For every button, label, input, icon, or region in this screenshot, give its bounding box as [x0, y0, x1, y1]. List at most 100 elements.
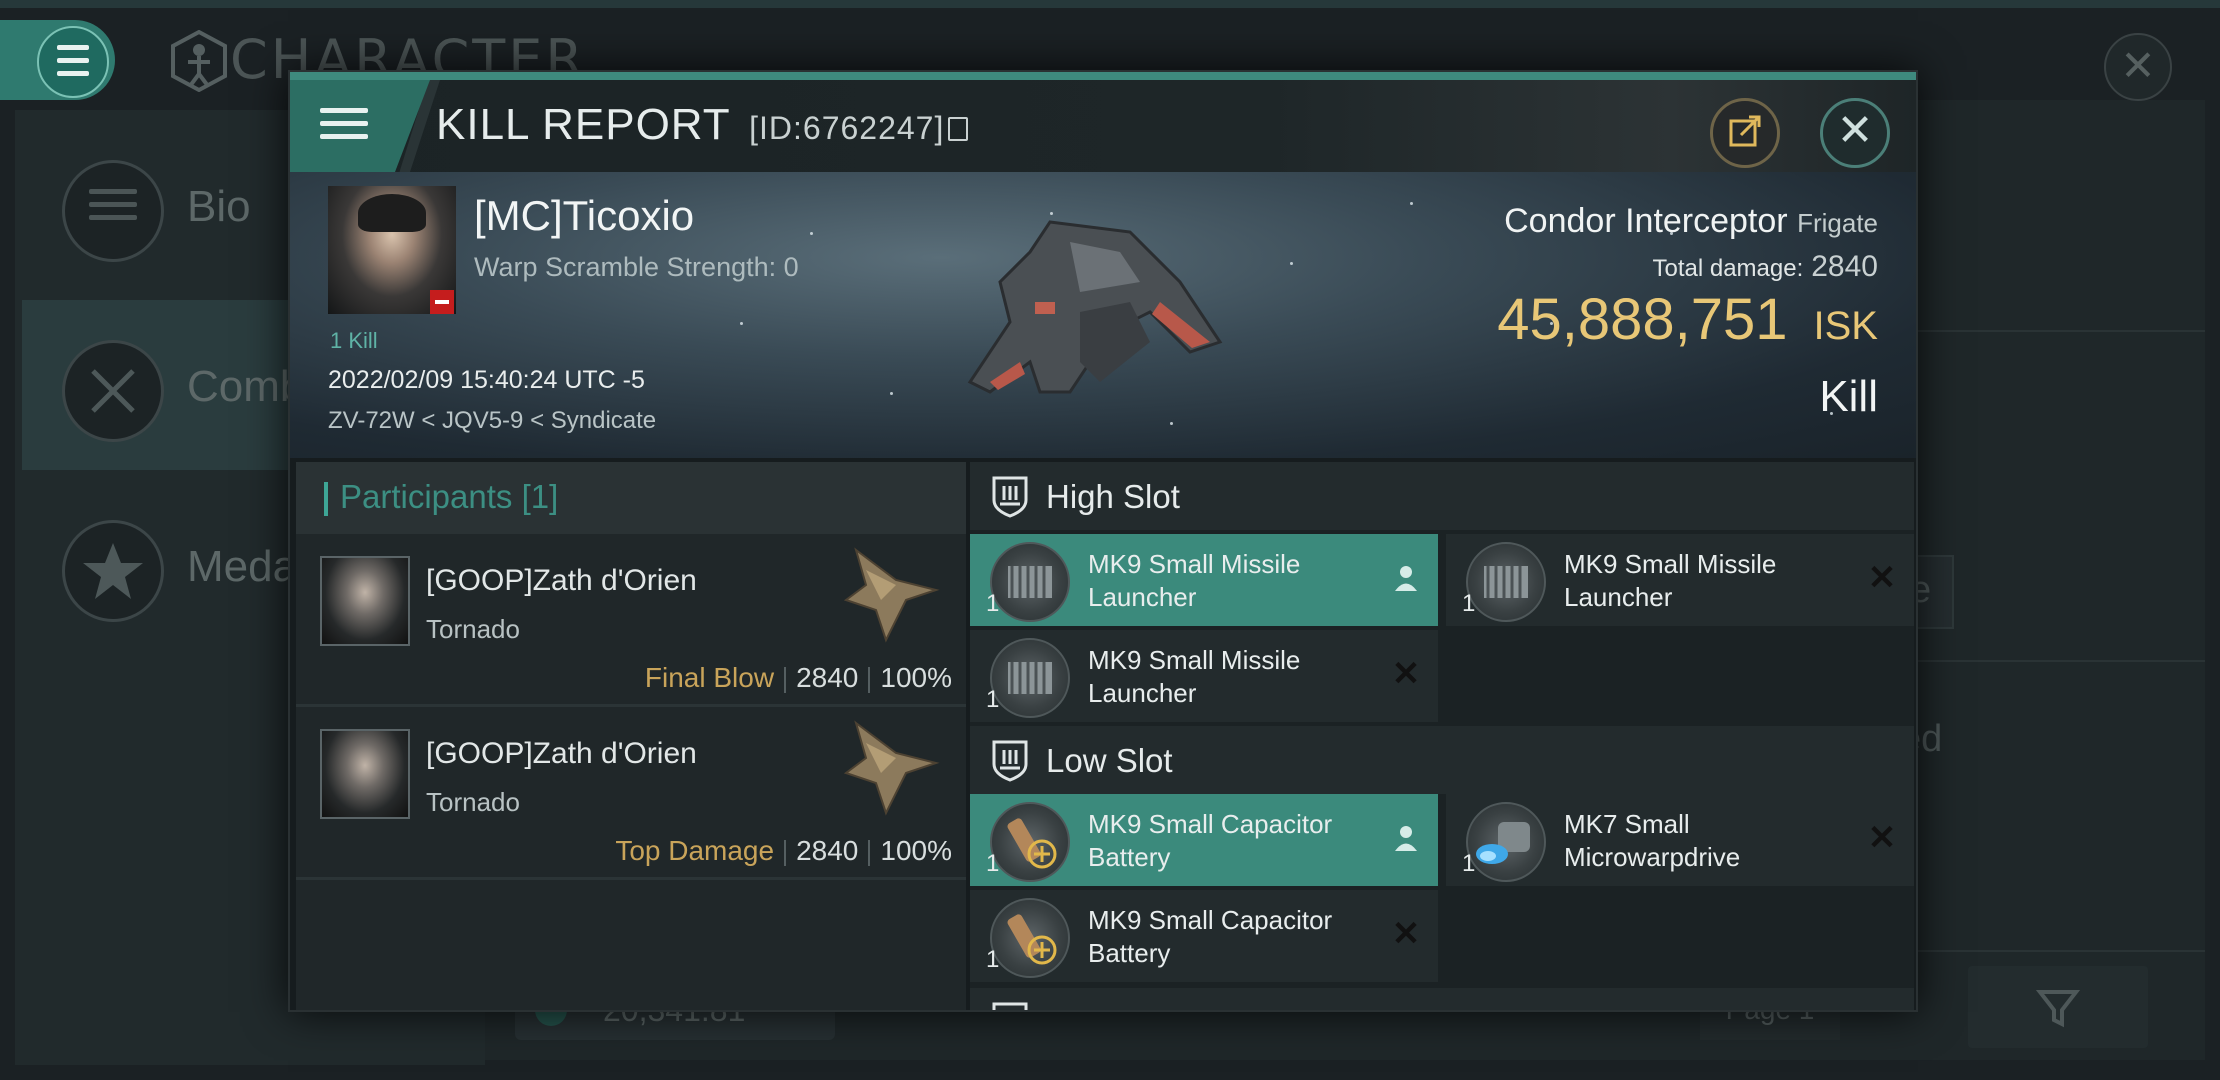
fitting-panel: High Slot 1 MK9 Small Missile Launcher 1… [970, 462, 1914, 1010]
dropped-person-icon [1395, 566, 1417, 591]
capacitor-battery-icon [990, 802, 1070, 882]
module-quantity: 1 [986, 946, 1000, 973]
module-name: MK9 Small Missile Launcher [1088, 645, 1301, 708]
participant-percent: 100% [880, 662, 952, 693]
menu-icon [320, 108, 368, 147]
bg-tab-label: Bio [187, 182, 251, 231]
total-damage-value: 2840 [1811, 250, 1878, 283]
participant-stats: Final Blow 2840 100% [645, 662, 952, 694]
isk-unit: ISK [1813, 304, 1878, 348]
module-name: MK9 Small Capacitor Battery [1088, 905, 1333, 968]
missile-launcher-icon [1466, 542, 1546, 622]
module-item[interactable]: 1 MK9 Small Capacitor Battery ✕ [970, 890, 1438, 982]
modal-header: KILL REPORT [ID:6762247] ✕ [290, 72, 1916, 180]
kill-location[interactable]: ZV-72W < JQV5-9 < Syndicate [328, 407, 656, 435]
victim-ship-image [967, 220, 1223, 394]
close-button[interactable]: ✕ [1820, 98, 1890, 168]
low-slot-icon [992, 740, 1028, 782]
ship-class: Frigate [1797, 208, 1878, 238]
module-name: MK9 Small Capacitor Battery [1088, 809, 1333, 872]
participant-ship-icon [843, 547, 940, 643]
crossed-swords-icon [62, 340, 164, 442]
module-item[interactable]: 1 MK9 Small Missile Launcher ✕ [970, 630, 1438, 722]
module-quantity: 1 [1462, 850, 1476, 877]
character-logo-icon [171, 30, 227, 92]
module-quantity: 1 [1462, 590, 1476, 617]
participant-ship-icon [843, 720, 940, 816]
mid-slot-header-partial [970, 988, 1914, 1010]
ship-name: Condor Interceptor [1504, 202, 1788, 240]
participant-ship: Tornado [426, 614, 520, 644]
report-title: KILL REPORT [ID:6762247] [436, 100, 969, 150]
mid-slot-icon [992, 1002, 1028, 1010]
participant-portrait [320, 729, 410, 819]
filter-button[interactable] [1968, 966, 2148, 1048]
participants-header: Participants [1] [296, 462, 966, 534]
final-blow-tag: Final Blow [644, 662, 775, 693]
victim-ship[interactable]: Condor Interceptor Frigate [1504, 202, 1878, 241]
destroyed-x-icon: ✕ [1391, 915, 1421, 953]
destroyed-x-icon: ✕ [1867, 819, 1897, 857]
participant-name: [GOOP]Zath d'Orien [426, 564, 697, 597]
module-item[interactable]: 1 MK7 Small Microwarpdrive ✕ [1446, 794, 1914, 886]
hostile-badge-icon [430, 290, 454, 314]
missile-launcher-icon [990, 638, 1070, 718]
microwarpdrive-icon [1466, 802, 1546, 882]
destroyed-x-icon: ✕ [1391, 655, 1421, 693]
participant-damage: 2840 [796, 662, 859, 693]
participant-row[interactable]: [GOOP]Zath d'Orien Tornado Final Blow 284… [296, 534, 966, 707]
capacitor-battery-icon [990, 898, 1070, 978]
total-damage: Total damage: 2840 [1652, 250, 1878, 284]
kill-result: Kill [1819, 372, 1878, 421]
kill-report-modal: KILL REPORT [ID:6762247] ✕ [MC]Ticoxio W… [288, 70, 1918, 1012]
module-item[interactable]: 1 MK9 Small Missile Launcher [970, 534, 1438, 626]
bg-tab-label: Meda [187, 542, 298, 591]
menu-icon [37, 26, 109, 98]
module-item[interactable]: 1 MK9 Small Capacitor Battery [970, 794, 1438, 886]
background-close-button[interactable]: ✕ [2104, 33, 2172, 101]
report-id: [ID:6762247] [749, 110, 945, 146]
share-button[interactable] [1710, 98, 1780, 168]
isk-amount: 45,888,751 [1497, 287, 1788, 352]
high-slot-header: High Slot [970, 462, 1914, 530]
module-quantity: 1 [986, 850, 1000, 877]
participant-portrait [320, 556, 410, 646]
low-slot-label: Low Slot [1046, 742, 1173, 779]
module-name: MK7 Small Microwarpdrive [1564, 809, 1741, 872]
total-damage-label: Total damage: [1652, 255, 1804, 282]
module-quantity: 1 [986, 686, 1000, 713]
module-item[interactable]: 1 MK9 Small Missile Launcher ✕ [1446, 534, 1914, 626]
kill-count: 1 Kill [330, 328, 378, 353]
dropped-person-icon [1395, 826, 1417, 851]
bg-tab-label: Comb [187, 362, 305, 411]
copy-icon[interactable] [948, 117, 969, 141]
participants-panel: Participants [1] [GOOP]Zath d'Orien Torn… [296, 462, 966, 1010]
participant-stats: Top Damage 2840 100% [615, 835, 952, 867]
filter-icon [2035, 990, 2081, 1028]
module-name: MK9 Small Missile Launcher [1564, 549, 1777, 612]
participant-row[interactable]: [GOOP]Zath d'Orien Tornado Top Damage 284… [296, 707, 966, 880]
main-menu-button[interactable] [0, 20, 115, 100]
participant-name: [GOOP]Zath d'Orien [426, 737, 697, 770]
low-slot-header: Low Slot [970, 726, 1914, 794]
high-slot-icon [992, 476, 1028, 518]
close-icon: ✕ [1836, 106, 1874, 155]
top-damage-tag: Top Damage [615, 835, 775, 866]
external-link-icon [1729, 115, 1761, 147]
close-icon: ✕ [2120, 42, 2156, 89]
isk-value: 45,888,751 ISK [1497, 286, 1878, 353]
top-edge [0, 0, 2220, 8]
participant-damage: 2840 [796, 835, 859, 866]
victim-banner: [MC]Ticoxio Warp Scramble Strength: 0 1 … [290, 172, 1916, 458]
report-title-text: KILL REPORT [436, 100, 730, 149]
destroyed-x-icon: ✕ [1867, 559, 1897, 597]
participant-ship: Tornado [426, 787, 520, 817]
module-quantity: 1 [986, 590, 1000, 617]
high-slot-label: High Slot [1046, 478, 1180, 515]
module-name: MK9 Small Missile Launcher [1088, 549, 1301, 612]
star-icon [62, 520, 164, 622]
victim-name[interactable]: [MC]Ticoxio [474, 192, 694, 240]
list-icon [62, 160, 164, 262]
missile-launcher-icon [990, 542, 1070, 622]
participants-title: Participants [1] [340, 478, 559, 515]
